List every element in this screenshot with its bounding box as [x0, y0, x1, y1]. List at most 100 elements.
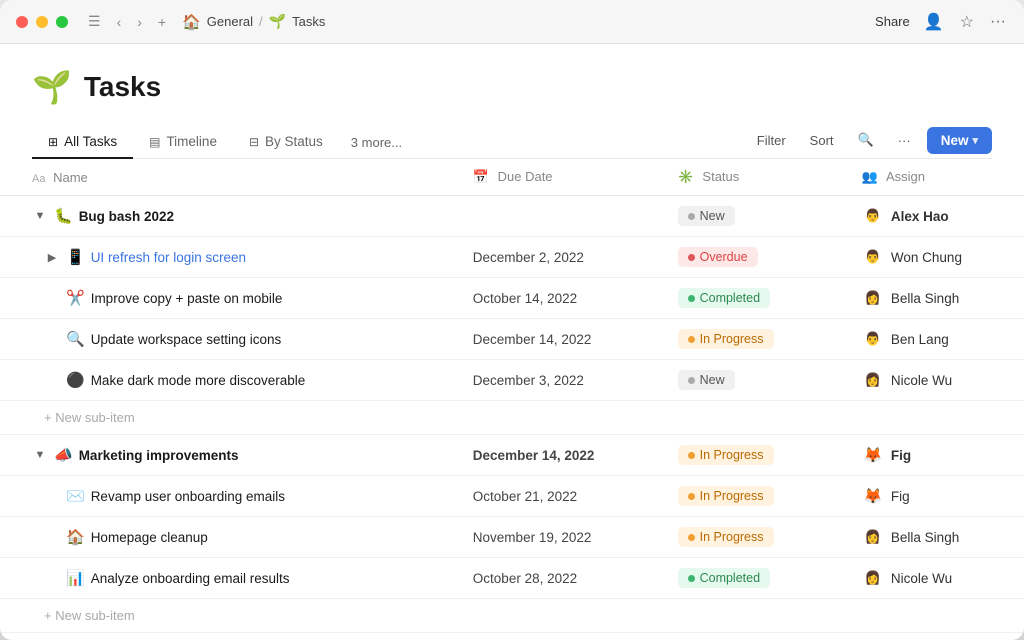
- assignee-name: Bella Singh: [891, 530, 959, 545]
- minimize-button[interactable]: [36, 16, 48, 28]
- search-button[interactable]: 🔍: [850, 128, 882, 152]
- avatar: 🦊: [862, 485, 884, 507]
- nav-controls: ☰ ‹ › +: [84, 11, 170, 32]
- breadcrumb-tasks[interactable]: Tasks: [292, 14, 325, 29]
- child-name-cell: ⚫ Make dark mode more discoverable: [0, 360, 461, 401]
- group-status: New: [666, 633, 850, 640]
- status-dot: [688, 575, 695, 582]
- table-row: 📊 Analyze onboarding email results Octob…: [0, 558, 1024, 599]
- assign-cell: 👩 Bella Singh: [862, 287, 992, 309]
- new-subitem-button[interactable]: + New sub-item: [44, 410, 992, 425]
- page-title: Tasks: [84, 71, 161, 103]
- child-name-cell: ▶ 📱 UI refresh for login screen: [0, 237, 461, 278]
- status-dot: [688, 534, 695, 541]
- table-body: ▼ 🐛 Bug bash 2022 New 👨 Alex Hao ▶ 📱 UI …: [0, 196, 1024, 640]
- tab-timeline[interactable]: ▤ Timeline: [133, 126, 233, 159]
- tab-all-tasks[interactable]: ⊞ All Tasks: [32, 126, 133, 159]
- avatar: 👩: [862, 567, 884, 589]
- expand-button[interactable]: ▶: [44, 251, 60, 264]
- table-header-row: Aa Name 📅 Due Date ✳️ Status 👥: [0, 159, 1024, 196]
- hamburger-icon[interactable]: ☰: [84, 11, 105, 32]
- status-dot: [688, 452, 695, 459]
- table-row: ▼ 🐛 Bug bash 2022 New 👨 Alex Hao: [0, 196, 1024, 237]
- group-emoji: 📣: [54, 446, 73, 464]
- breadcrumb-general[interactable]: General: [207, 14, 253, 29]
- avatar: 👩: [862, 369, 884, 391]
- table-row: ✂️ Improve copy + paste on mobile Octobe…: [0, 278, 1024, 319]
- maximize-button[interactable]: [56, 16, 68, 28]
- group-status: New: [666, 196, 850, 237]
- new-subitem-button[interactable]: + New sub-item: [44, 608, 992, 623]
- group-assign: 🦊 Fig: [850, 435, 1024, 476]
- new-button-label: New: [941, 133, 969, 148]
- add-page-button[interactable]: +: [154, 12, 170, 32]
- assign-cell: 👩 Bella Singh: [862, 526, 992, 548]
- status-dot: [688, 213, 695, 220]
- status-dot: [688, 493, 695, 500]
- new-subitem-row: + New sub-item: [0, 401, 1024, 435]
- status-badge: In Progress: [678, 527, 774, 547]
- titlebar-actions: Share 👤 ☆ ···: [875, 10, 1008, 34]
- status-badge: In Progress: [678, 445, 774, 465]
- assignee-name: Fig: [891, 489, 910, 504]
- back-button[interactable]: ‹: [113, 12, 126, 32]
- avatar: 👨: [862, 246, 884, 268]
- sort-button[interactable]: Sort: [802, 129, 842, 152]
- share-button[interactable]: Share: [875, 14, 910, 29]
- child-name[interactable]: UI refresh for login screen: [91, 250, 246, 265]
- avatar: 👩: [862, 287, 884, 309]
- titlebar: ☰ ‹ › + 🏠 General / 🌱 Tasks Share 👤 ☆ ··…: [0, 0, 1024, 44]
- tabs: ⊞ All Tasks ▤ Timeline ⊟ By Status 3 mor…: [32, 126, 749, 158]
- traffic-lights: [16, 16, 68, 28]
- col-header-assign: 👥 Assign: [850, 159, 1024, 196]
- more-actions-button[interactable]: ···: [890, 129, 919, 152]
- tab-by-status[interactable]: ⊟ By Status: [233, 126, 339, 159]
- child-assign: 👩 Bella Singh: [850, 278, 1024, 319]
- user-icon[interactable]: 👤: [922, 10, 946, 34]
- child-name-cell: 📊 Analyze onboarding email results: [0, 558, 461, 599]
- star-icon[interactable]: ☆: [958, 10, 976, 34]
- status-badge: New: [678, 370, 735, 390]
- child-name: Update workspace setting icons: [91, 332, 282, 347]
- group-status: In Progress: [666, 435, 850, 476]
- page-header: 🌱 Tasks: [32, 68, 992, 106]
- new-button[interactable]: New ▾: [927, 127, 992, 154]
- assign-cell: 🦊 Fig: [862, 444, 992, 466]
- timeline-icon: ▤: [149, 135, 160, 149]
- child-emoji: 📱: [66, 248, 85, 266]
- assignee-name: Nicole Wu: [891, 571, 952, 586]
- close-button[interactable]: [16, 16, 28, 28]
- assignee-name: Alex Hao: [891, 209, 949, 224]
- group-due-date: December 14, 2022: [461, 435, 666, 476]
- table-row: ▶ 📈 Q3 metrics review November 25, 2022 …: [0, 633, 1024, 640]
- col-header-name: Aa Name: [0, 159, 461, 196]
- group-assign: 👩 Bella Singh: [850, 633, 1024, 640]
- child-due-date: December 3, 2022: [461, 360, 666, 401]
- expand-button[interactable]: ▼: [32, 449, 48, 461]
- main-content: 🌱 Tasks ⊞ All Tasks ▤ Timeline ⊟ By Stat…: [0, 44, 1024, 640]
- assignee-name: Ben Lang: [891, 332, 949, 347]
- status-dot: [688, 377, 695, 384]
- tabs-more[interactable]: 3 more...: [339, 127, 414, 158]
- child-name: Revamp user onboarding emails: [91, 489, 285, 504]
- assign-cell: 👨 Ben Lang: [862, 328, 992, 350]
- assignee-name: Fig: [891, 448, 911, 463]
- child-assign: 🦊 Fig: [850, 476, 1024, 517]
- child-due-date: December 2, 2022: [461, 237, 666, 278]
- expand-button[interactable]: ▼: [32, 210, 48, 222]
- tab-timeline-label: Timeline: [166, 134, 217, 149]
- assign-cell: 👨 Won Chung: [862, 246, 992, 268]
- child-due-date: October 14, 2022: [461, 278, 666, 319]
- child-assign: 👩 Nicole Wu: [850, 558, 1024, 599]
- breadcrumb: 🏠 General / 🌱 Tasks: [182, 13, 875, 31]
- forward-button[interactable]: ›: [133, 12, 146, 32]
- status-badge: Completed: [678, 568, 770, 588]
- status-dot: [688, 254, 695, 261]
- status-badge: Overdue: [678, 247, 758, 267]
- filter-button[interactable]: Filter: [749, 129, 794, 152]
- new-subitem-cell: + New sub-item: [0, 599, 1024, 633]
- child-status: In Progress: [666, 517, 850, 558]
- status-badge: Completed: [678, 288, 770, 308]
- more-options-icon[interactable]: ···: [988, 11, 1008, 33]
- child-status: In Progress: [666, 319, 850, 360]
